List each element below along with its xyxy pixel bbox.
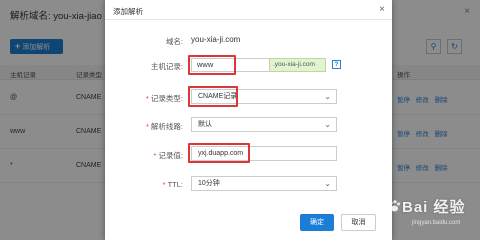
highlight-box <box>188 55 236 75</box>
ttl-label-text: TTL: <box>167 180 183 189</box>
highlight-box <box>188 143 250 163</box>
help-icon[interactable]: ? <box>332 60 341 69</box>
line-label: * 解析线路: <box>145 122 183 131</box>
value-label-text: 记录值: <box>158 151 183 160</box>
paw-logo-icon <box>389 200 400 212</box>
line-label-text: 解析线路: <box>150 122 183 131</box>
ttl-label: * TTL: <box>162 180 183 189</box>
resolve-line-select[interactable]: 默认 ⌄ <box>191 117 337 132</box>
value-label: * 记录值: <box>153 151 183 160</box>
chevron-down-icon: ⌄ <box>324 179 331 188</box>
ttl-select[interactable]: 10分钟 ⌄ <box>191 176 337 191</box>
dialog-title: 添加解析 <box>113 7 143 16</box>
domain-value: you-xia-ji.com <box>191 35 241 44</box>
confirm-button[interactable]: 确定 <box>300 214 334 231</box>
host-suffix: .you-xia-ji.com <box>270 58 326 72</box>
type-label: * 记录类型: <box>145 94 183 103</box>
type-label-text: 记录类型: <box>150 94 183 103</box>
resolve-line-value: 默认 <box>198 121 212 128</box>
close-icon[interactable]: × <box>379 4 385 15</box>
host-label: 主机记录: <box>150 62 183 71</box>
cancel-button[interactable]: 取消 <box>341 214 376 231</box>
baidu-jingyan-watermark: Bai 经验 <box>388 196 478 218</box>
watermark-url: jingyan.baidu.com <box>412 220 461 226</box>
domain-label: 域名: <box>165 37 183 46</box>
watermark-text: Bai 经验 <box>402 199 466 216</box>
dialog-header: 添加解析 × <box>105 0 392 20</box>
chevron-down-icon: ⌄ <box>324 120 331 129</box>
add-record-dialog: 添加解析 × 域名: you-xia-ji.com 主机记录: www .you… <box>105 0 392 240</box>
chevron-down-icon: ⌄ <box>324 92 331 101</box>
highlight-box <box>188 86 238 107</box>
ttl-value: 10分钟 <box>198 180 220 187</box>
